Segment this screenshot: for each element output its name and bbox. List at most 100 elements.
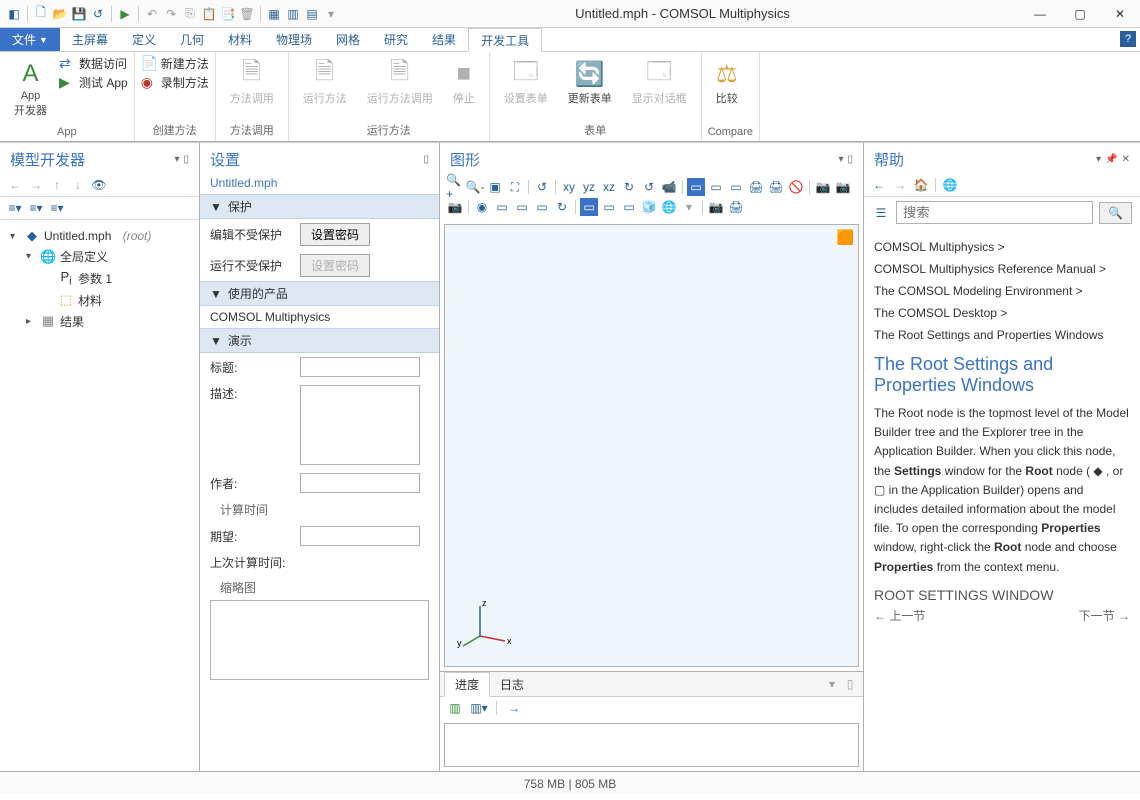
dropdown-icon[interactable]: ▾: [323, 6, 339, 22]
panel-pin-icon[interactable]: ▯: [847, 154, 853, 165]
copy-icon[interactable]: ⎘: [182, 6, 198, 22]
collapse-icon[interactable]: ≡▾: [6, 199, 24, 217]
help-home-icon[interactable]: 🏠: [912, 176, 930, 194]
camera-icon[interactable]: 📹: [660, 178, 678, 196]
breadcrumb[interactable]: The COMSOL Desktop >: [874, 302, 1130, 324]
table2-icon[interactable]: ▥: [285, 6, 301, 22]
set-password-edit-button[interactable]: 设置密码: [300, 223, 370, 246]
maximize-button[interactable]: ▢: [1060, 0, 1100, 28]
record-method-button[interactable]: ◉录制方法: [141, 73, 209, 92]
mode2-icon[interactable]: ▭: [600, 198, 618, 216]
paste2-icon[interactable]: 📑: [220, 6, 236, 22]
table-icon[interactable]: ▦: [266, 6, 282, 22]
down-icon[interactable]: ↓: [69, 176, 87, 194]
rot-ccw-icon[interactable]: ↺: [640, 178, 658, 196]
mode3-icon[interactable]: ▭: [620, 198, 638, 216]
help-icon-button[interactable]: ?: [1120, 31, 1136, 47]
tab-devtools[interactable]: 开发工具: [468, 28, 542, 52]
run-method-call-button[interactable]: 🗎运行方法调用: [359, 54, 441, 110]
rot-cw-icon[interactable]: ↻: [620, 178, 638, 196]
sel-all-icon[interactable]: ▭: [687, 178, 705, 196]
settings-form-button[interactable]: 🗔设置表单: [496, 54, 556, 110]
eye-icon[interactable]: 👁: [90, 176, 108, 194]
tab-log[interactable]: 日志: [490, 673, 534, 696]
zoom-box-icon[interactable]: ▣: [486, 178, 504, 196]
zoom-out-icon[interactable]: 🔍-: [466, 178, 484, 196]
data-access-button[interactable]: ⇄数据访问: [59, 54, 128, 73]
prog1-icon[interactable]: ▥: [446, 699, 464, 717]
breadcrumb[interactable]: The Root Settings and Properties Windows: [874, 324, 1130, 346]
clip-icon[interactable]: 🚫: [787, 178, 805, 196]
panel-menu-icon[interactable]: ▾: [823, 675, 841, 693]
help-search-button[interactable]: 🔍: [1099, 202, 1132, 224]
set-password-run-button[interactable]: 设置密码: [300, 254, 370, 277]
compare-button[interactable]: ⚖比较: [708, 54, 746, 110]
show-dialog-button[interactable]: 🗔显示对话框: [624, 54, 695, 110]
help-back-icon[interactable]: ←: [870, 176, 888, 194]
tree-root[interactable]: ▾◆Untitled.mph (root): [4, 226, 195, 246]
zoom-in-icon[interactable]: 🔍+: [446, 178, 464, 196]
yz-icon[interactable]: yz: [580, 178, 598, 196]
help-menu-icon[interactable]: ☰: [872, 204, 890, 222]
globe-icon[interactable]: 🌐: [660, 198, 678, 216]
file-tab[interactable]: 文件▼: [0, 28, 60, 51]
snap3-icon[interactable]: 📷: [446, 198, 464, 216]
sel-none-icon[interactable]: ▭: [707, 178, 725, 196]
tree-results[interactable]: ▸▦结果: [4, 311, 195, 332]
panel-menu-icon[interactable]: ▾: [174, 154, 179, 165]
test-app-button[interactable]: ▶测试 App: [59, 73, 128, 92]
xy-icon[interactable]: xy: [560, 178, 578, 196]
tab-mesh[interactable]: 网格: [324, 28, 372, 51]
rotate-icon[interactable]: ↺: [533, 178, 551, 196]
tree-materials[interactable]: ⬚材料: [4, 290, 195, 311]
zoom-extents-icon[interactable]: ⛶: [506, 178, 524, 196]
breadcrumb[interactable]: COMSOL Multiphysics Reference Manual >: [874, 258, 1130, 280]
panel-pin-icon[interactable]: ▯: [183, 154, 189, 165]
breadcrumb[interactable]: COMSOL Multiphysics >: [874, 236, 1130, 258]
help-next-link[interactable]: 下一节 →: [1079, 607, 1130, 624]
tab-def[interactable]: 定义: [120, 28, 168, 51]
light3-icon[interactable]: ▭: [513, 198, 531, 216]
xz-icon[interactable]: xz: [600, 178, 618, 196]
undo2-icon[interactable]: ↶: [144, 6, 160, 22]
panel-pin-icon[interactable]: 📌: [1105, 154, 1117, 165]
dd-icon[interactable]: ▾: [680, 198, 698, 216]
section-products[interactable]: ▼使用的产品: [200, 281, 439, 306]
new-icon[interactable]: 🗋: [33, 6, 49, 22]
panel-pin-icon[interactable]: ▯: [841, 675, 859, 693]
snap2-icon[interactable]: 📷: [834, 178, 852, 196]
help-fwd-icon[interactable]: →: [891, 176, 909, 194]
description-input[interactable]: [300, 385, 420, 465]
help-search-input[interactable]: [896, 201, 1093, 224]
delete-icon[interactable]: 🗑: [239, 6, 255, 22]
breadcrumb[interactable]: The COMSOL Modeling Environment >: [874, 280, 1130, 302]
help-prev-link[interactable]: ← 上一节: [874, 607, 925, 624]
light2-icon[interactable]: ▭: [493, 198, 511, 216]
tab-mat[interactable]: 材料: [216, 28, 264, 51]
panel-close-icon[interactable]: ✕: [1122, 154, 1130, 165]
redo2-icon[interactable]: ↷: [163, 6, 179, 22]
method-call-button[interactable]: 🗎方法调用: [222, 54, 282, 110]
title-input[interactable]: [300, 357, 420, 377]
tab-phys[interactable]: 物理场: [264, 28, 324, 51]
graphics-canvas[interactable]: 🟧 x y z: [444, 224, 859, 667]
snap1-icon[interactable]: 📷: [814, 178, 832, 196]
table3-icon[interactable]: ▤: [304, 6, 320, 22]
print3-icon[interactable]: 🖨: [727, 198, 745, 216]
new-method-button[interactable]: 📄新建方法: [141, 54, 209, 73]
prog2-icon[interactable]: ▥▾: [470, 699, 488, 717]
tab-home[interactable]: 主屏幕: [60, 28, 120, 51]
photo-icon[interactable]: 📷: [707, 198, 725, 216]
tab-progress[interactable]: 进度: [444, 672, 490, 697]
section-protect[interactable]: ▼保护: [200, 194, 439, 219]
mode1-icon[interactable]: ▭: [580, 198, 598, 216]
tree-global[interactable]: ▾🌐全局定义: [4, 246, 195, 267]
refresh-icon[interactable]: ↻: [553, 198, 571, 216]
tab-study[interactable]: 研究: [372, 28, 420, 51]
tree-params[interactable]: Pi参数 1: [4, 267, 195, 290]
panel-menu-icon[interactable]: ▾: [1096, 154, 1101, 165]
print2-icon[interactable]: 🖨: [767, 178, 785, 196]
expand-icon[interactable]: ≡▾: [27, 199, 45, 217]
cube-icon[interactable]: 🧊: [640, 198, 658, 216]
update-form-button[interactable]: 🔄更新表单: [560, 54, 620, 110]
